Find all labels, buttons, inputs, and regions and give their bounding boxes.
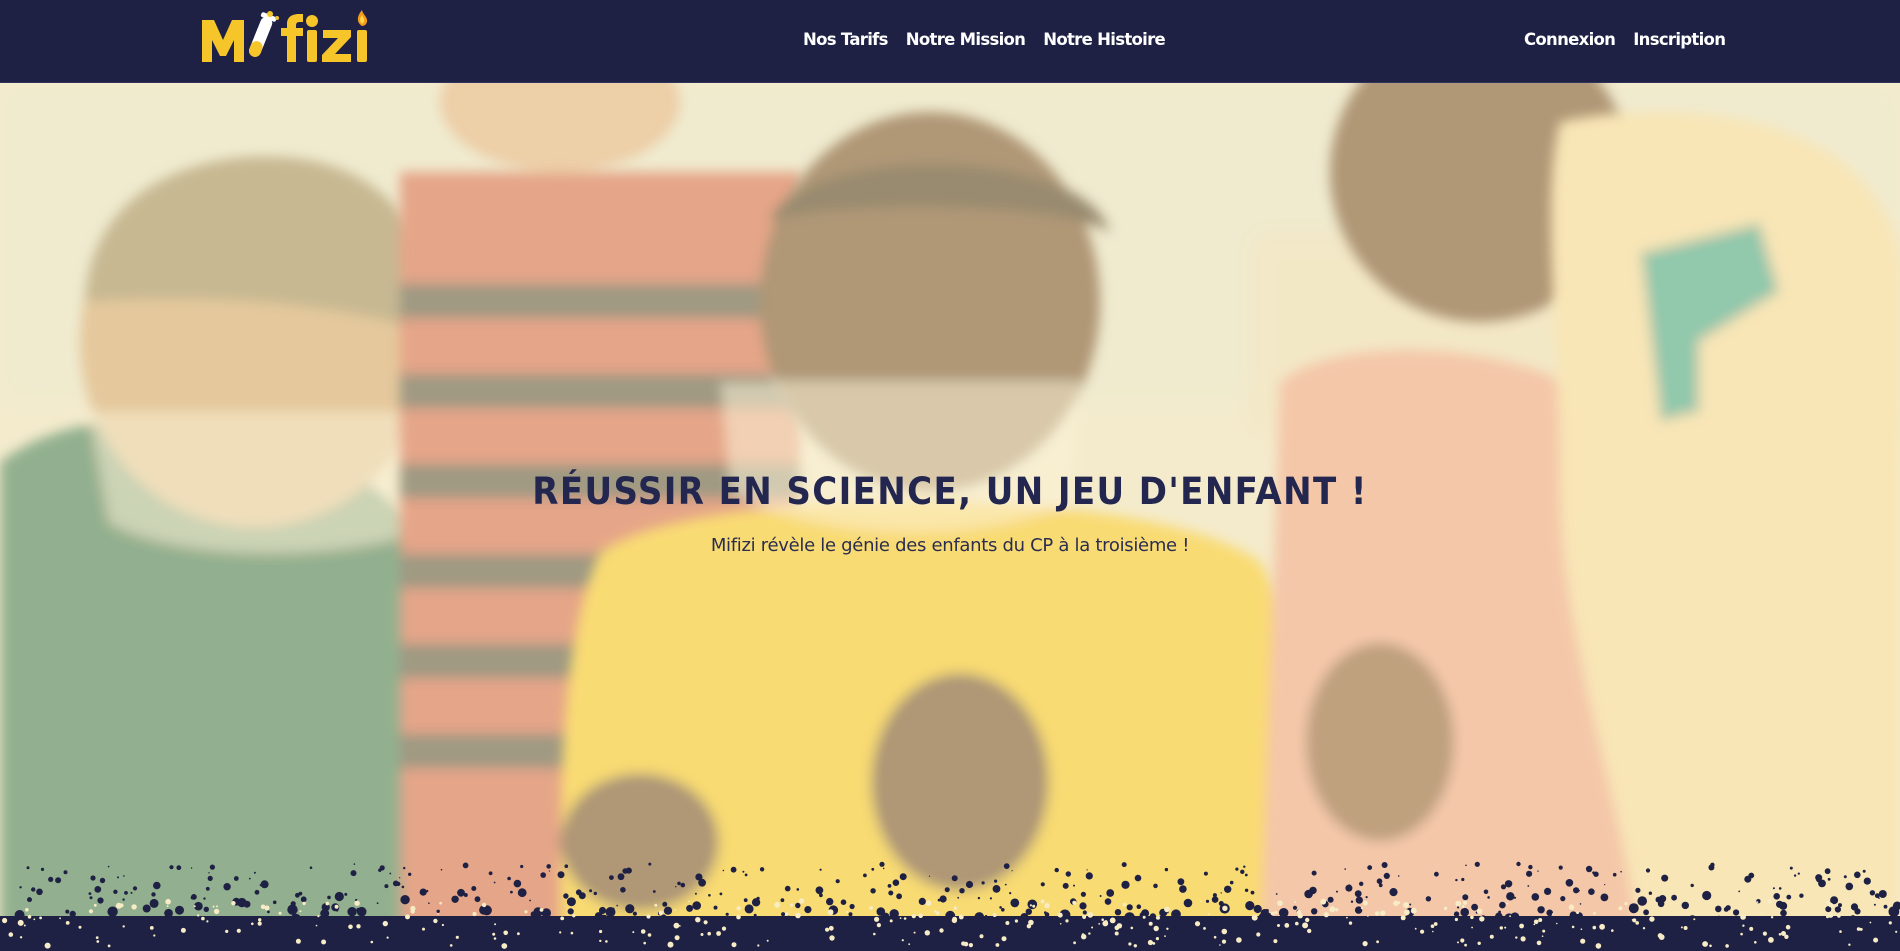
mifizi-logo-graphic: [202, 10, 368, 62]
account-nav: Connexion Inscription: [1524, 26, 1726, 54]
mifizi-logo[interactable]: [199, 8, 405, 68]
hero-subtitle: Mifizi révèle le génie des enfants du CP…: [710, 535, 1190, 556]
login-link[interactable]: Connexion: [1524, 26, 1616, 54]
site-header: Nos Tarifs Notre Mission Notre Histoire …: [0, 0, 1900, 83]
hero-section: RÉUSSIR EN SCIENCE, UN JEU D'ENFANT ! Mi…: [0, 82, 1900, 951]
signup-link[interactable]: Inscription: [1633, 26, 1726, 54]
nav-tarifs-link[interactable]: Nos Tarifs: [803, 26, 888, 54]
main-nav: Nos Tarifs Notre Mission Notre Histoire: [803, 26, 1166, 54]
bubble-divider: [0, 861, 1900, 951]
hero-overlay: [0, 82, 1900, 951]
nav-histoire-link[interactable]: Notre Histoire: [1043, 26, 1166, 54]
hero-title: RÉUSSIR EN SCIENCE, UN JEU D'ENFANT !: [532, 470, 1368, 513]
nav-mission-link[interactable]: Notre Mission: [906, 26, 1026, 54]
